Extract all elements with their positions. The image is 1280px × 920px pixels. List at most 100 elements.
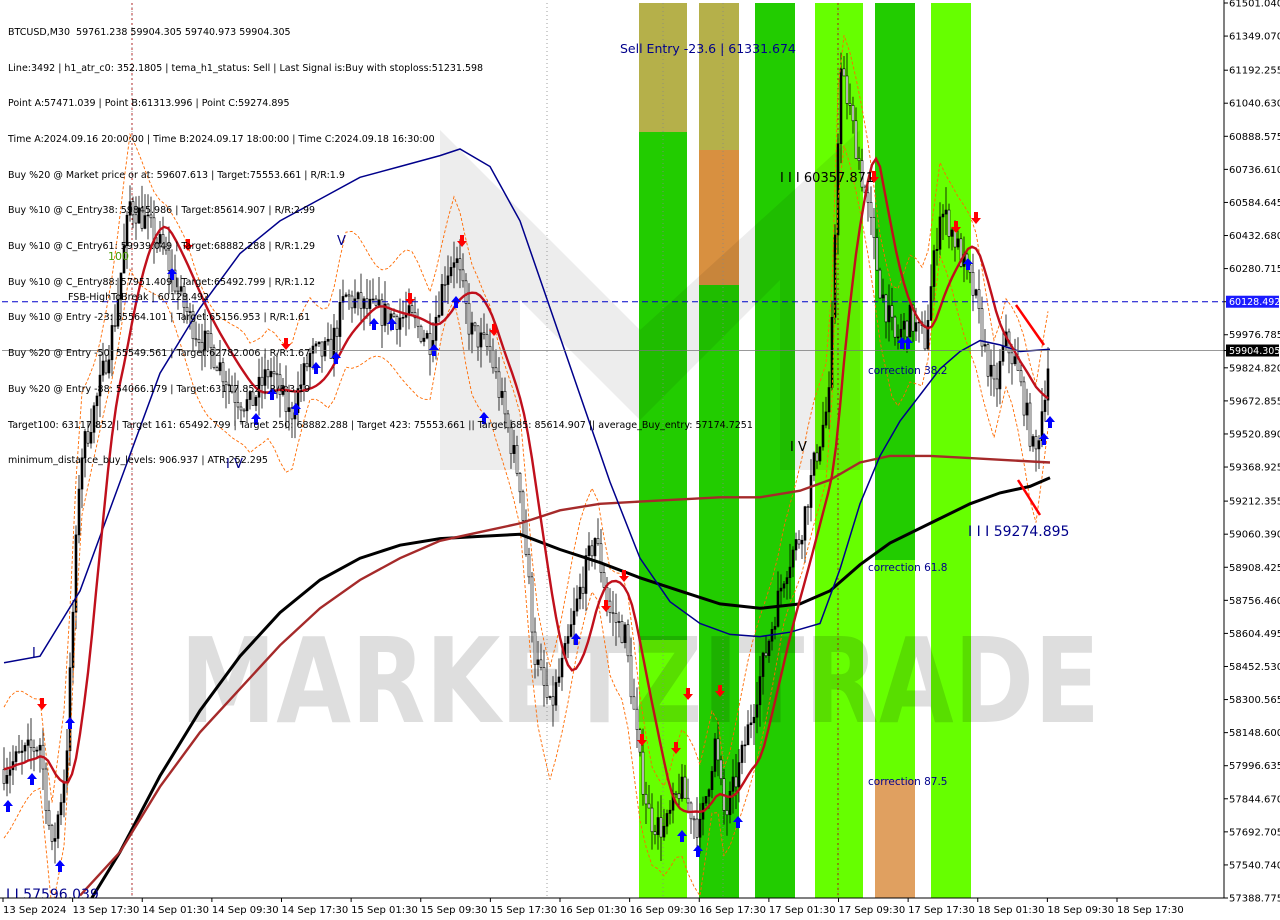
y-tick-label: 61040.630 (1229, 99, 1280, 110)
candle-body (791, 549, 795, 568)
x-tick-label: 15 Sep 17:30 (490, 905, 557, 916)
candle-body (77, 488, 81, 536)
candle-body (17, 751, 21, 753)
candle-body (800, 539, 804, 545)
y-tick-label: 59520.890 (1229, 429, 1280, 440)
candle-body (986, 344, 990, 377)
candle-body (596, 538, 600, 545)
candle-body (653, 831, 657, 835)
candle-body (632, 696, 636, 710)
candle-body (59, 802, 63, 816)
candle-body (545, 684, 549, 698)
candle-body (35, 749, 39, 752)
candle-body (842, 68, 846, 77)
candle-body (839, 68, 843, 145)
candle-body (740, 744, 744, 763)
candle-body (677, 793, 681, 799)
y-tick-label: 59672.855 (1229, 396, 1280, 407)
candle-body (719, 759, 723, 779)
candle-body (803, 506, 807, 541)
candle-body (950, 229, 954, 237)
y-tick-label: 61349.070 (1229, 32, 1280, 43)
candle-body (668, 809, 672, 814)
y-tick-label: 57844.670 (1229, 794, 1280, 805)
x-tick-label: 14 Sep 09:30 (212, 905, 279, 916)
point-c-label: I I I 59274.895 (968, 524, 1069, 540)
y-tick-label: 59976.785 (1229, 330, 1280, 341)
candle-body (941, 213, 945, 218)
y-tick-label: 60736.610 (1229, 165, 1280, 176)
correction-38-label: correction 38.2 (868, 365, 947, 377)
candle-body (926, 320, 930, 350)
candle-body (50, 824, 54, 842)
x-tick-label: 17 Sep 01:30 (769, 905, 836, 916)
y-tick-label: 57540.740 (1229, 860, 1280, 871)
info-line: Buy %10 @ C_Entry88: 57951.409 | Target:… (8, 276, 316, 288)
candle-body (605, 587, 609, 602)
candle-body (674, 793, 678, 795)
wave-iv-label: I V (790, 440, 807, 455)
x-tick-label: 18 Sep 09:30 (1047, 905, 1114, 916)
candle-body (977, 289, 981, 309)
candle-body (728, 790, 732, 816)
candle-body (869, 202, 873, 218)
candle-body (761, 652, 765, 677)
candle-body (785, 577, 789, 585)
candle-body (998, 361, 1002, 390)
candle-body (659, 817, 663, 838)
candle-body (623, 624, 627, 643)
candle-body (584, 555, 588, 594)
y-tick-label: 59368.925 (1229, 463, 1280, 474)
candle-body (656, 817, 660, 835)
candle-body (575, 598, 579, 612)
x-tick-label: 13 Sep 2024 (3, 905, 66, 916)
candle-body (914, 322, 918, 332)
x-tick-label: 16 Sep 17:30 (699, 905, 766, 916)
candle-body (815, 452, 819, 462)
y-tick-label: 60888.575 (1229, 132, 1280, 143)
info-line: Point A:57471.039 | Point B:61313.996 | … (8, 98, 290, 110)
correction-87-label: correction 87.5 (868, 776, 947, 788)
candle-body (905, 320, 909, 338)
time-zone (875, 780, 915, 898)
time-zone (931, 3, 971, 898)
candle-body (1034, 436, 1038, 450)
candle-body (599, 543, 603, 573)
x-tick-label: 15 Sep 01:30 (351, 905, 418, 916)
candle-body (797, 539, 801, 545)
chart-root: MARKETZITRADE Sell Entry -23.6 | 61331.6… (0, 0, 1280, 920)
candle-body (629, 655, 633, 698)
candle-body (743, 744, 747, 747)
x-tick-label: 13 Sep 17:30 (73, 905, 140, 916)
candle-body (698, 818, 702, 838)
y-tick-label: 57692.705 (1229, 827, 1280, 838)
candle-body (752, 716, 756, 724)
candle-body (893, 316, 897, 338)
candle-body (578, 586, 582, 600)
correction-61-label: correction 61.8 (868, 562, 947, 574)
candle-body (26, 739, 30, 746)
info-panel: BTCUSD,M30 59761.238 59904.305 59740.973… (8, 3, 753, 491)
candle-body (665, 813, 669, 827)
current-price-label: 59904.305 (1229, 346, 1280, 357)
x-tick-label: 16 Sep 01:30 (560, 905, 627, 916)
info-line: Buy %20 @ Entry -50: 55549.561 | Target:… (8, 348, 311, 360)
candle-body (29, 739, 33, 748)
candle-body (593, 538, 597, 557)
wave-i-label: I (32, 646, 36, 661)
info-line: BTCUSD,M30 59761.238 59904.305 59740.973… (8, 26, 291, 38)
candle-body (854, 120, 858, 159)
y-tick-label: 58300.565 (1229, 695, 1280, 706)
candle-body (641, 751, 645, 795)
candle-body (881, 294, 885, 299)
candle-body (554, 682, 558, 706)
candle-body (878, 269, 882, 299)
candle-body (779, 587, 783, 592)
candle-body (983, 344, 987, 347)
candle-body (884, 294, 888, 323)
y-tick-label: 58148.600 (1229, 728, 1280, 739)
candle-body (635, 708, 639, 730)
info-line: Buy %10 @ Entry -23: 55564.101 | Target:… (8, 312, 311, 324)
y-tick-label: 58604.495 (1229, 629, 1280, 640)
candle-body (560, 657, 564, 678)
